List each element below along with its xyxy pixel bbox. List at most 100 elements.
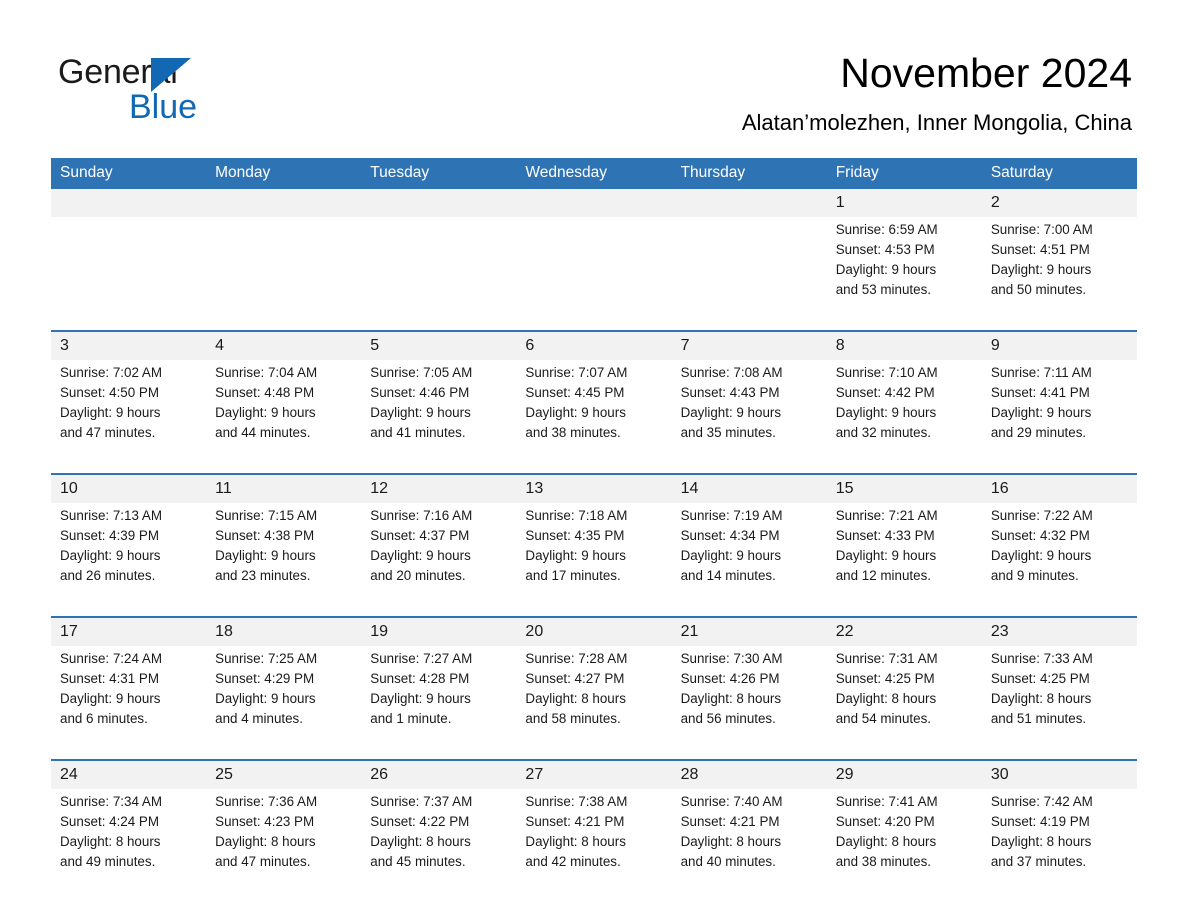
day-cell[interactable]: Sunrise: 7:36 AM Sunset: 4:23 PM Dayligh…	[206, 789, 362, 884]
daylight-text-line2: and 47 minutes.	[215, 854, 311, 869]
day-cell[interactable]: Sunrise: 7:30 AM Sunset: 4:26 PM Dayligh…	[671, 646, 827, 760]
day-cell[interactable]: Sunrise: 7:15 AM Sunset: 4:38 PM Dayligh…	[206, 503, 362, 617]
sunrise-text: Sunrise: 7:15 AM	[215, 508, 318, 523]
day-number: 5	[361, 330, 517, 360]
sunset-text: Sunset: 4:51 PM	[990, 242, 1090, 257]
daylight-text-line1: Daylight: 8 hours	[835, 691, 937, 706]
sunset-text: Sunset: 4:41 PM	[990, 385, 1090, 400]
day-cell[interactable]: Sunrise: 7:13 AM Sunset: 4:39 PM Dayligh…	[51, 503, 207, 617]
daylight-text-line1: Daylight: 9 hours	[525, 548, 626, 563]
day-cell[interactable]: Sunrise: 7:24 AM Sunset: 4:31 PM Dayligh…	[51, 646, 207, 760]
day-cell[interactable]: Sunrise: 7:07 AM Sunset: 4:45 PM Dayligh…	[516, 360, 672, 474]
day-cell[interactable]: Sunrise: 7:27 AM Sunset: 4:28 PM Dayligh…	[361, 646, 517, 760]
sunrise-text: Sunrise: 7:25 AM	[215, 651, 318, 666]
sunset-text: Sunset: 4:39 PM	[60, 528, 159, 543]
week-4-date-row: 17 18 19 20 21 22 23	[51, 616, 1137, 646]
daylight-text-line2: and 14 minutes.	[680, 568, 776, 583]
general-blue-logo[interactable]: General Blue	[58, 52, 278, 127]
sunrise-text: Sunrise: 7:05 AM	[370, 365, 473, 380]
day-cell[interactable]: Sunrise: 7:38 AM Sunset: 4:21 PM Dayligh…	[516, 789, 672, 884]
day-cell[interactable]: Sunrise: 7:18 AM Sunset: 4:35 PM Dayligh…	[516, 503, 672, 617]
daylight-text-line2: and 35 minutes.	[680, 425, 776, 440]
day-cell[interactable]: Sunrise: 7:19 AM Sunset: 4:34 PM Dayligh…	[671, 503, 827, 617]
sunset-text: Sunset: 4:21 PM	[680, 814, 780, 829]
day-cell[interactable]: Sunrise: 7:11 AM Sunset: 4:41 PM Dayligh…	[981, 360, 1137, 474]
day-cell[interactable]	[516, 217, 672, 331]
sunrise-text: Sunrise: 7:27 AM	[370, 651, 473, 666]
day-number: 25	[206, 759, 362, 789]
daylight-text-line1: Daylight: 8 hours	[990, 691, 1092, 706]
day-cell[interactable]: Sunrise: 7:41 AM Sunset: 4:20 PM Dayligh…	[826, 789, 982, 884]
sunset-text: Sunset: 4:37 PM	[370, 528, 470, 543]
day-cell[interactable]: Sunrise: 7:16 AM Sunset: 4:37 PM Dayligh…	[361, 503, 517, 617]
daylight-text-line1: Daylight: 8 hours	[60, 834, 161, 849]
sunrise-text: Sunrise: 7:36 AM	[215, 794, 318, 809]
daylight-text-line1: Daylight: 9 hours	[215, 405, 316, 420]
daylight-text-line2: and 38 minutes.	[525, 425, 621, 440]
sunrise-text: Sunrise: 7:30 AM	[680, 651, 783, 666]
daylight-text-line2: and 9 minutes.	[990, 568, 1079, 583]
day-cell[interactable]: Sunrise: 7:31 AM Sunset: 4:25 PM Dayligh…	[826, 646, 982, 760]
day-cell[interactable]: Sunrise: 7:34 AM Sunset: 4:24 PM Dayligh…	[51, 789, 207, 884]
sunrise-text: Sunrise: 7:38 AM	[525, 794, 628, 809]
week-2-info-row: Sunrise: 7:02 AM Sunset: 4:50 PM Dayligh…	[51, 360, 1137, 474]
daylight-text-line1: Daylight: 9 hours	[990, 548, 1092, 563]
daylight-text-line2: and 51 minutes.	[990, 711, 1087, 726]
week-1-date-row: 1 2	[51, 189, 1137, 217]
sunset-text: Sunset: 4:45 PM	[525, 385, 625, 400]
calendar-page: General Blue November 2024 Alatan’molezh…	[0, 0, 1188, 918]
daylight-text-line2: and 29 minutes.	[990, 425, 1087, 440]
day-cell[interactable]: Sunrise: 7:10 AM Sunset: 4:42 PM Dayligh…	[826, 360, 982, 474]
sunrise-text: Sunrise: 7:42 AM	[990, 794, 1093, 809]
daylight-text-line2: and 6 minutes.	[60, 711, 148, 726]
weekday-header-thursday: Thursday	[671, 158, 827, 189]
day-number: 6	[516, 330, 672, 360]
sunset-text: Sunset: 4:20 PM	[835, 814, 935, 829]
sunset-text: Sunset: 4:38 PM	[215, 528, 315, 543]
day-number	[516, 189, 672, 217]
day-cell[interactable]: Sunrise: 7:21 AM Sunset: 4:33 PM Dayligh…	[826, 503, 982, 617]
day-number: 30	[981, 759, 1137, 789]
day-cell[interactable]: Sunrise: 7:22 AM Sunset: 4:32 PM Dayligh…	[981, 503, 1137, 617]
day-cell[interactable]: Sunrise: 7:33 AM Sunset: 4:25 PM Dayligh…	[981, 646, 1137, 760]
sunset-text: Sunset: 4:22 PM	[370, 814, 470, 829]
daylight-text-line1: Daylight: 8 hours	[370, 834, 471, 849]
day-cell[interactable]: Sunrise: 7:42 AM Sunset: 4:19 PM Dayligh…	[981, 789, 1137, 884]
week-2-date-row: 3 4 5 6 7 8 9	[51, 330, 1137, 360]
day-cell[interactable]	[206, 217, 362, 331]
sunrise-text: Sunrise: 7:22 AM	[990, 508, 1093, 523]
daylight-text-line2: and 54 minutes.	[835, 711, 931, 726]
daylight-text-line1: Daylight: 8 hours	[525, 691, 626, 706]
day-cell[interactable]: Sunrise: 6:59 AM Sunset: 4:53 PM Dayligh…	[826, 217, 982, 331]
day-number: 10	[51, 473, 207, 503]
sunset-text: Sunset: 4:35 PM	[525, 528, 625, 543]
day-cell[interactable]: Sunrise: 7:05 AM Sunset: 4:46 PM Dayligh…	[361, 360, 517, 474]
sunrise-text: Sunrise: 7:24 AM	[60, 651, 162, 666]
sunrise-text: Sunrise: 7:34 AM	[60, 794, 162, 809]
daylight-text-line2: and 53 minutes.	[835, 282, 931, 297]
day-cell[interactable]	[51, 217, 207, 331]
day-cell[interactable]: Sunrise: 7:28 AM Sunset: 4:27 PM Dayligh…	[516, 646, 672, 760]
day-cell[interactable]: Sunrise: 7:02 AM Sunset: 4:50 PM Dayligh…	[51, 360, 207, 474]
daylight-text-line1: Daylight: 9 hours	[215, 548, 316, 563]
page-header: General Blue November 2024 Alatan’molezh…	[0, 0, 1188, 158]
day-cell[interactable]	[671, 217, 827, 331]
sunrise-text: Sunrise: 7:02 AM	[60, 365, 162, 380]
weekday-header-friday: Friday	[826, 158, 982, 189]
day-cell[interactable]: Sunrise: 7:04 AM Sunset: 4:48 PM Dayligh…	[206, 360, 362, 474]
day-number: 22	[826, 616, 982, 646]
day-cell[interactable]: Sunrise: 7:40 AM Sunset: 4:21 PM Dayligh…	[671, 789, 827, 884]
daylight-text-line1: Daylight: 8 hours	[525, 834, 626, 849]
sunset-text: Sunset: 4:21 PM	[525, 814, 625, 829]
day-cell[interactable]: Sunrise: 7:00 AM Sunset: 4:51 PM Dayligh…	[981, 217, 1137, 331]
sunset-text: Sunset: 4:25 PM	[835, 671, 935, 686]
page-title: November 2024	[840, 50, 1132, 96]
day-cell[interactable]: Sunrise: 7:08 AM Sunset: 4:43 PM Dayligh…	[671, 360, 827, 474]
day-number	[51, 189, 207, 217]
daylight-text-line2: and 50 minutes.	[990, 282, 1087, 297]
day-cell[interactable]: Sunrise: 7:37 AM Sunset: 4:22 PM Dayligh…	[361, 789, 517, 884]
title-block: November 2024 Alatan’molezhen, Inner Mon…	[742, 48, 1132, 138]
day-cell[interactable]: Sunrise: 7:25 AM Sunset: 4:29 PM Dayligh…	[206, 646, 362, 760]
day-cell[interactable]	[361, 217, 517, 331]
day-number: 4	[206, 330, 362, 360]
